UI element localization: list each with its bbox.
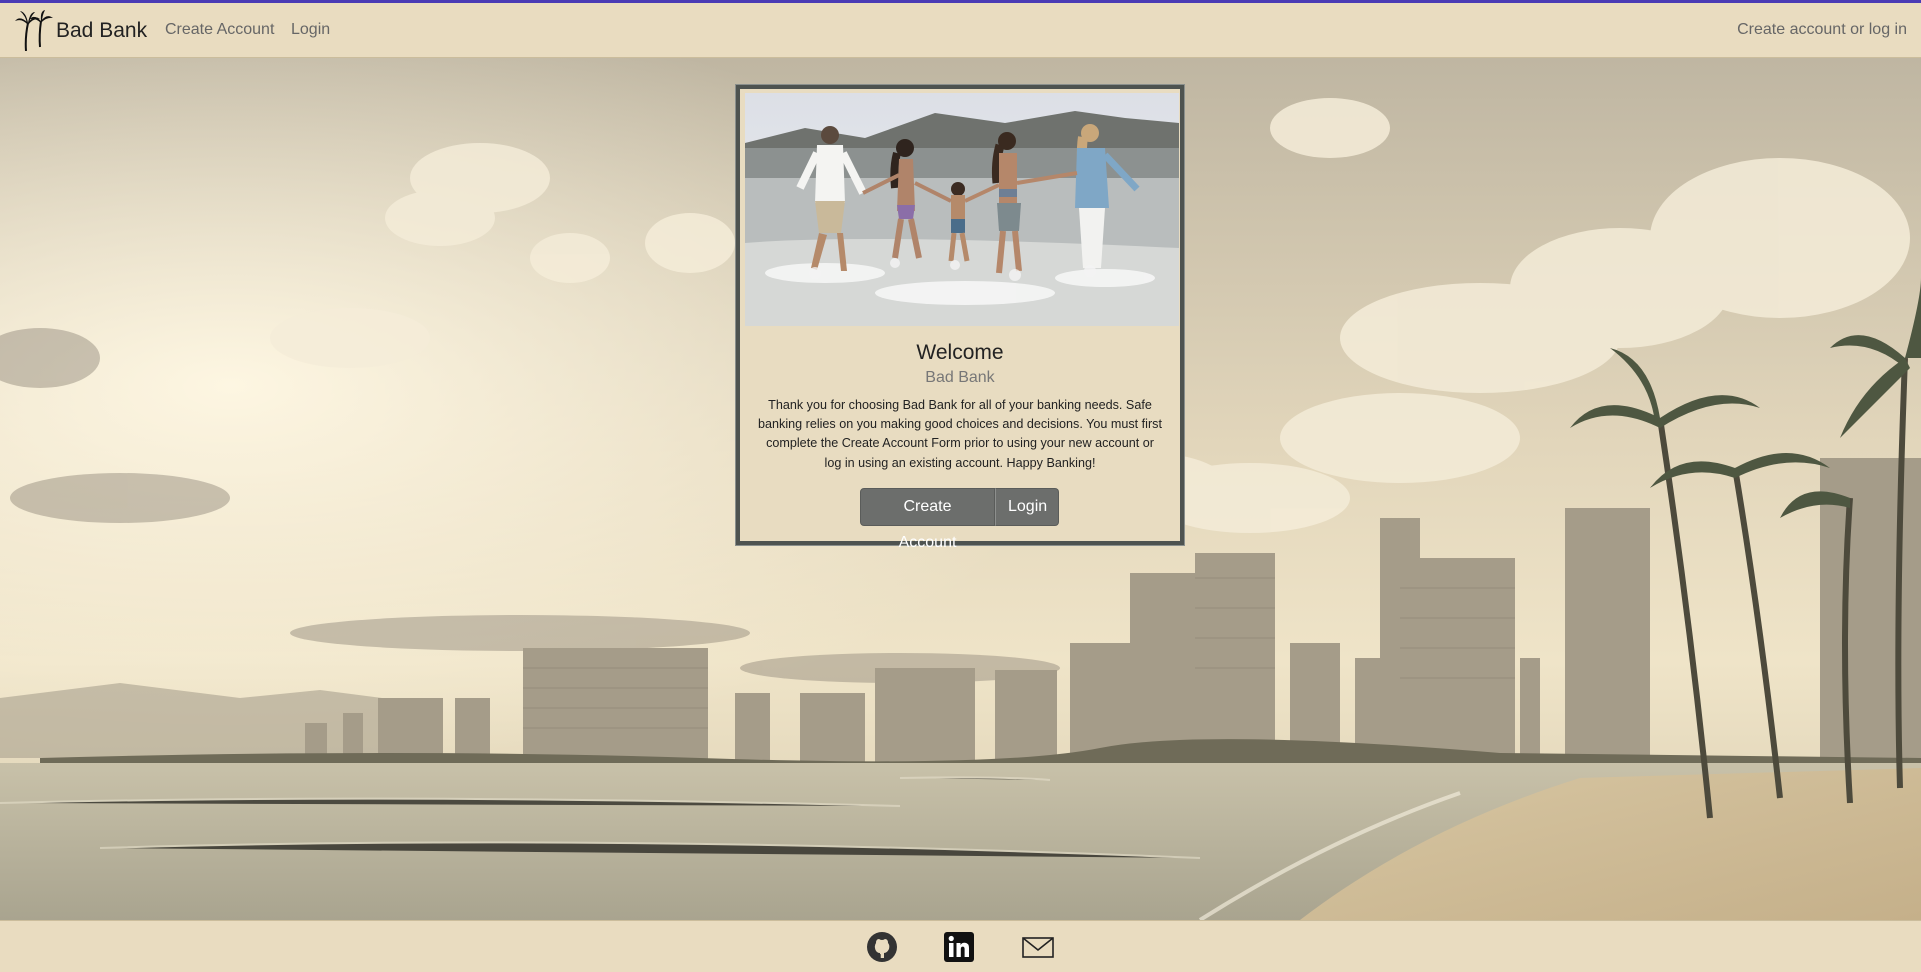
login-status-text: Create account or log in [1737, 21, 1907, 38]
brand-link[interactable]: Bad Bank [14, 9, 147, 53]
nav-create-account-link[interactable]: Create Account [165, 21, 274, 39]
github-icon[interactable] [866, 931, 898, 963]
login-button[interactable]: Login [995, 488, 1059, 526]
create-account-button[interactable]: Create Account [860, 488, 995, 551]
linkedin-icon[interactable] [943, 931, 975, 963]
card-subtitle: Bad Bank [925, 369, 995, 386]
nav-login-link[interactable]: Login [291, 21, 330, 39]
footer [0, 920, 1921, 972]
card-button-group: Create Account Login [860, 488, 1059, 551]
top-navbar: Bad Bank Create Account Login Create acc… [0, 0, 1921, 58]
palm-tree-logo-icon [14, 7, 54, 56]
card-body-text: Thank you for choosing Bad Bank for all … [758, 398, 1162, 470]
welcome-card: Welcome Bad Bank Thank you for choosing … [736, 85, 1184, 551]
email-icon[interactable] [1021, 931, 1054, 963]
family-beach-photo [745, 93, 1179, 326]
card-title: Welcome [916, 341, 1004, 364]
brand-name: Bad Bank [56, 19, 148, 42]
